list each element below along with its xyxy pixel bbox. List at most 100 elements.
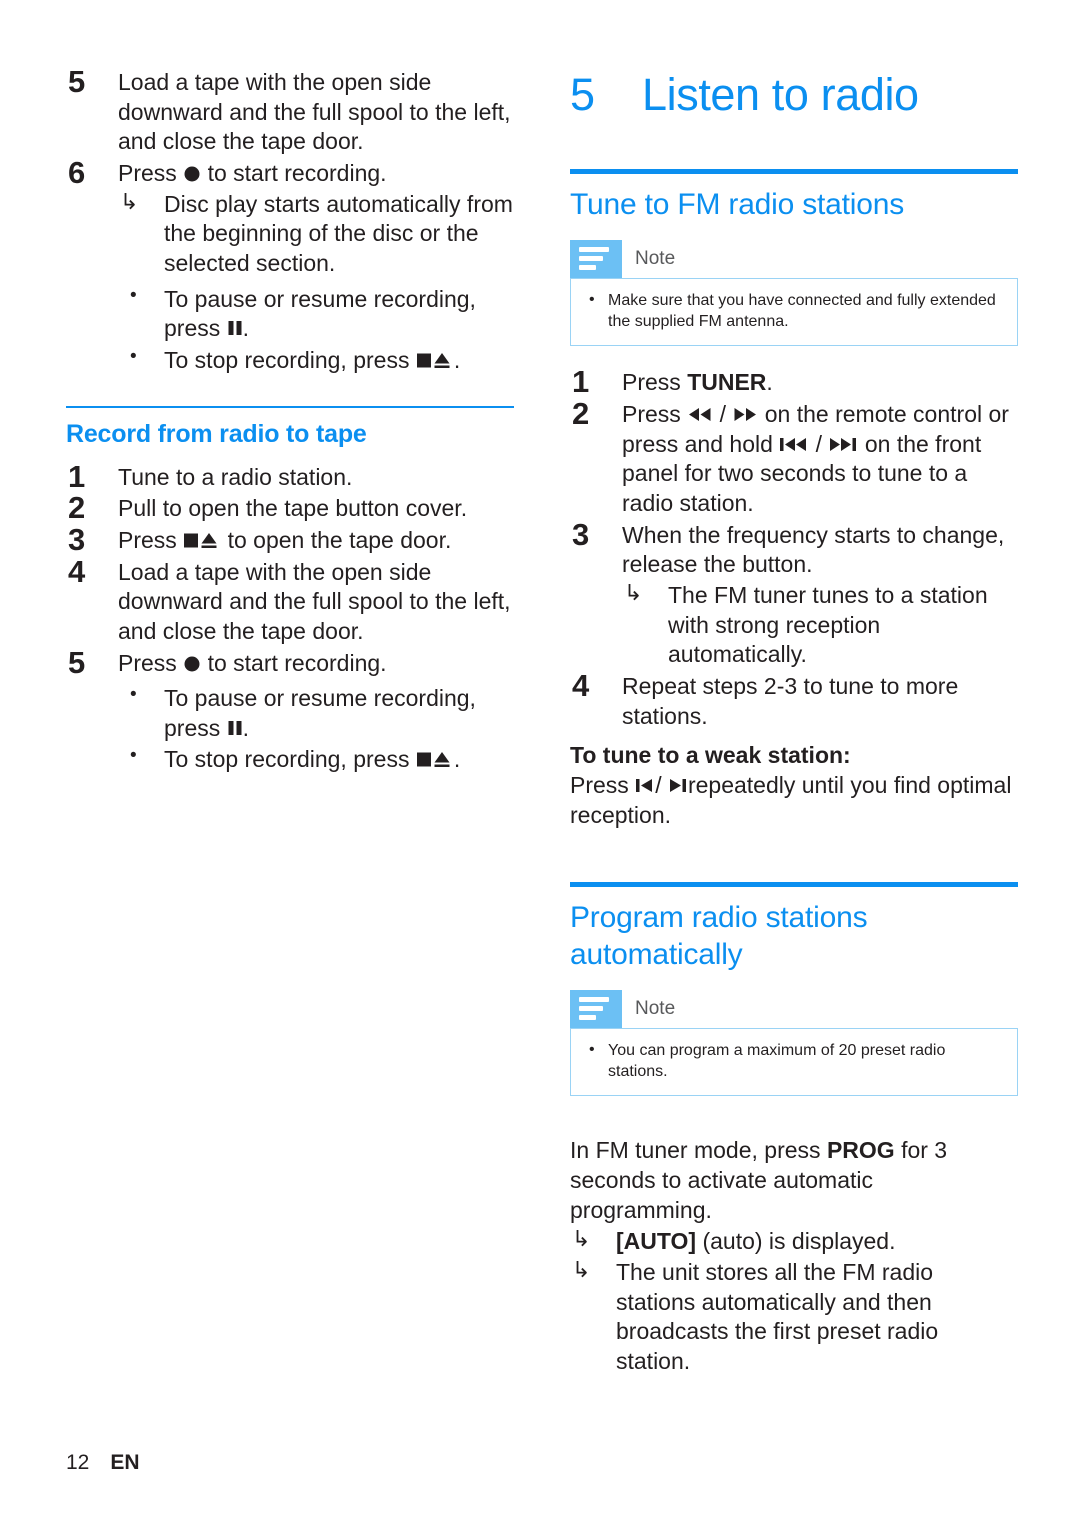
subsection-title-record-from-radio: Record from radio to tape [66,419,367,448]
step-text: Repeat steps 2-3 to tune to more station… [622,673,959,729]
step-text: Press TUNER. [622,368,1018,398]
symbol-separator: / [719,401,726,428]
step-number: 1 [572,364,590,400]
bullet-text-after: . [242,315,250,342]
prev-track-icon [779,435,809,453]
note-box-antenna: Note Make sure that you have connected a… [570,239,1018,347]
forward-double-icon [732,405,758,423]
result-item: The FM tuner tunes to a station with str… [622,579,1018,670]
step-number: 5 [68,644,86,680]
step-item: 6 Press to start recording. Disc play st… [66,155,514,376]
step-number: 4 [68,553,86,589]
result-item: The unit stores all the FM radio station… [570,1256,1018,1377]
step-item: 3 When the frequency starts to change, r… [570,517,1018,670]
stop-eject-icon [183,531,221,549]
note-body: You can program a maximum of 20 preset r… [570,1027,1018,1097]
step-text-before: Press [622,369,681,396]
note-label: Note [635,998,676,1019]
chapter-title: Listen to radio [642,69,919,120]
skip-next-icon [668,776,688,794]
bullet-list: To pause or resume recording, press . To… [118,284,514,376]
right-column: 5 Listen to radio Tune to FM radio stati… [570,68,1018,1377]
section-title-tune-fm: Tune to FM radio stations [570,188,905,221]
tuner-button-label: TUNER [687,369,767,396]
step-number: 4 [572,668,590,704]
symbol-separator: / [815,430,823,457]
bullet-text-before: To stop recording, press [164,346,410,373]
bullet-text-after: . [453,746,461,773]
step-number: 2 [572,396,590,432]
bullet-item: To pause or resume recording, press . [118,284,514,344]
step-text-after: to start recording. [207,159,387,186]
section-divider [66,405,514,408]
chapter-heading: 5 Listen to radio [570,68,1018,117]
rewind-double-icon [687,405,713,423]
left-column: 5 Load a tape with the open side downwar… [66,64,514,777]
page-language: EN [110,1451,140,1474]
step-text: Pull to open the tape button cover. [118,495,468,522]
stop-eject-icon [416,750,454,768]
skip-prev-icon [635,776,655,794]
bullet-text-after: . [453,346,461,373]
weak-station-heading: To tune to a weak station: [570,742,851,769]
auto-display-label: [AUTO] [616,1228,697,1255]
page-number: 12 [66,1451,90,1474]
note-box-presets: Note You can program a maximum of 20 pre… [570,989,1018,1097]
note-icon [570,989,622,1028]
step-number: 3 [572,516,590,552]
record-dot-icon [183,164,201,182]
step-text-after: to start recording. [207,649,387,676]
step-number: 3 [68,521,86,557]
result-list: The FM tuner tunes to a station with str… [622,579,1018,670]
result-item: Disc play starts automatically from the … [118,188,514,279]
step-text-before: Press [118,649,177,676]
note-item: Make sure that you have connected and fu… [585,289,1003,333]
result-item: [AUTO] (auto) is displayed. [570,1225,1018,1257]
bullet-list: To pause or resume recording, press . To… [118,683,514,775]
step-item: 3 Press to open the tape door. [66,522,514,557]
step-item: 5 Load a tape with the open side downwar… [66,64,514,157]
step-item: 1 Tune to a radio station. [66,459,514,494]
weak-station-text: Press / repeatedly until you find optima… [570,771,1018,830]
step-text: Load a tape with the open side downward … [118,69,511,155]
weak-text-before: Press [570,772,629,798]
result-list: Disc play starts automatically from the … [118,188,514,279]
note-body: Make sure that you have connected and fu… [570,277,1018,347]
record-step-list: 1 Tune to a radio station. 2 Pull to ope… [66,459,514,776]
step-text-before: Press [118,526,177,553]
note-label: Note [635,248,676,270]
manual-page: 5 Load a tape with the open side downwar… [0,0,1080,1527]
section-title-program-stations: Program radio stations automatically [570,901,868,971]
step-text: Press / on the remote control or press a… [622,400,1018,519]
bullet-text-before: To pause or resume recording, press [164,685,476,741]
record-dot-icon [183,654,201,672]
note-header: Note [570,239,1018,278]
step-number: 2 [68,490,86,526]
step-number: 6 [68,154,86,190]
step-text-before: Press [118,159,177,186]
step-text: Press to start recording. [118,649,514,679]
bullet-item: To stop recording, press . [118,744,514,775]
pause-bars-icon [227,719,243,737]
step-number: 1 [68,458,86,494]
step-text-part1: Press [622,401,681,428]
note-item: You can program a maximum of 20 preset r… [585,1039,1003,1083]
tune-step-list: 1 Press TUNER. 2 Press / on the remote c… [570,364,1018,731]
bullet-text-before: To pause or resume recording, press [164,285,476,342]
step-item: 1 Press TUNER. [570,364,1018,399]
chapter-number: 5 [570,69,595,120]
note-icon [570,239,622,278]
pause-bars-icon [227,319,243,337]
prog-button-label: PROG [826,1137,895,1164]
page-footer: 12 EN [66,1451,140,1475]
step-text: When the frequency starts to change, rel… [622,521,1005,578]
step-number: 5 [68,64,86,99]
step-item: 2 Press / on the remote control or press… [570,396,1018,519]
step-text-after: . [766,369,773,396]
continued-step-list: 5 Load a tape with the open side downwar… [66,64,514,376]
step-item: 5 Press to start recording. To pause or … [66,645,514,776]
bullet-text-before: To stop recording, press [164,746,410,773]
step-text: Load a tape with the open side downward … [118,558,511,644]
bullet-text-after: . [242,714,250,741]
step-text: Press to open the tape door. [118,526,514,556]
